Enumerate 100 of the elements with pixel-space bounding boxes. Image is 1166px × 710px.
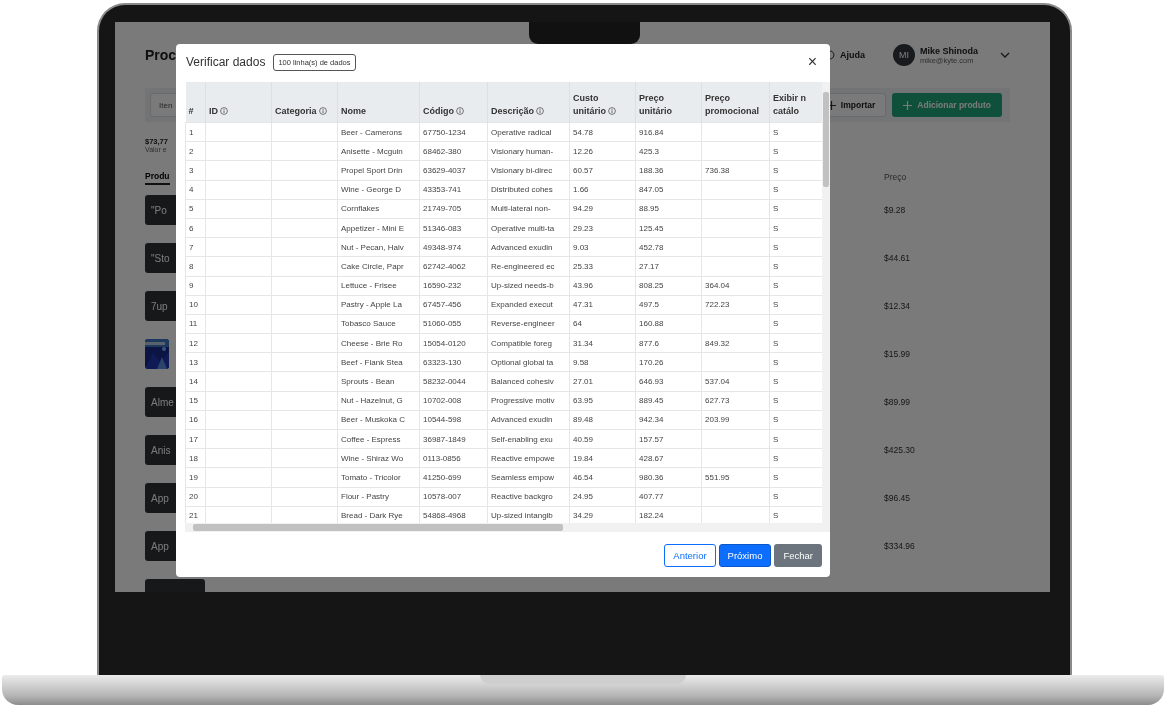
table-cell: Wine - Shiraz Wo (337, 448, 420, 468)
table-cell: Flour - Pastry (337, 487, 420, 507)
table-cell: 188.36 (635, 160, 702, 181)
table-cell: 722.23 (701, 295, 770, 315)
table-cell: 24.95 (569, 487, 636, 507)
row-number: 3 (185, 160, 206, 181)
table-cell: 43.96 (569, 276, 636, 296)
product-price: $12.34 (884, 301, 911, 311)
table-cell: 16590-232 (419, 276, 488, 296)
table-cell: 19.84 (569, 448, 636, 468)
table-cell: 88.95 (635, 199, 702, 219)
table-cell: 157.57 (635, 429, 702, 449)
table-cell: 64 (569, 314, 636, 334)
table-cell: 203.99 (701, 410, 770, 430)
product-price: $15.99 (884, 349, 911, 359)
table-cell: Seamless empow (487, 467, 570, 488)
table-cell: 21749-705 (419, 199, 488, 219)
table-cell: Anisette - Mcguin (337, 141, 420, 161)
column-header: Descrição (487, 82, 570, 123)
previous-button[interactable]: Anterior (664, 544, 716, 567)
products-tab[interactable]: Produ (145, 169, 170, 185)
table-cell: Advanced exudin (487, 410, 570, 430)
table-cell: Up-sized needs-b (487, 276, 570, 296)
vertical-scrollbar[interactable] (822, 82, 830, 523)
table-cell: Operative radical (487, 122, 570, 142)
table-cell: Visionary human- (487, 141, 570, 161)
column-header: Preço promocional (701, 82, 770, 123)
table-cell: 67750-1234 (419, 122, 488, 142)
table-cell: 67457-456 (419, 295, 488, 315)
product-price: $96.45 (884, 493, 911, 503)
table-cell: 125.45 (635, 218, 702, 238)
row-number: 10 (185, 295, 206, 315)
row-number: 19 (185, 467, 206, 488)
row-number: 12 (185, 333, 206, 353)
user-avatar[interactable]: MI (893, 44, 915, 66)
table-cell: Re-engineered ec (487, 256, 570, 276)
add-product-button[interactable]: Adicionar produto (892, 93, 1002, 117)
row-number: 1 (185, 122, 206, 142)
table-cell: Self-enabling exu (487, 429, 570, 449)
table-cell: 627.73 (701, 391, 770, 411)
row-number: 20 (185, 487, 206, 507)
user-name: Mike Shinoda (920, 45, 978, 56)
table-cell: 1.66 (569, 180, 636, 200)
table-cell: 9.58 (569, 352, 636, 372)
next-button[interactable]: Próximo (718, 544, 772, 567)
table-cell: 29.23 (569, 218, 636, 238)
close-button[interactable]: × (804, 53, 820, 71)
table-cell: 51060-055 (419, 314, 488, 334)
table-cell: Compatible foreg (487, 333, 570, 353)
product-price: $425.30 (884, 445, 916, 455)
row-number: 9 (185, 276, 206, 296)
column-header: Categoria (271, 82, 338, 123)
row-number: 16 (185, 410, 206, 430)
table-cell: Propel Sport Drin (337, 160, 420, 181)
table-cell: 537.04 (701, 371, 770, 392)
table-cell: Advanced exudin (487, 237, 570, 257)
dialog-title: Verificar dados (186, 55, 266, 69)
table-cell: 497.5 (635, 295, 702, 315)
table-cell: Beer - Muskoka C (337, 410, 420, 430)
table-cell: 452.78 (635, 237, 702, 257)
column-header: Preço unitário (635, 82, 702, 123)
table-cell: 27.17 (635, 256, 702, 276)
table-cell: 25.33 (569, 256, 636, 276)
table-cell: 47.31 (569, 295, 636, 315)
chevron-down-icon[interactable] (1000, 51, 1010, 59)
table-cell: 15054-0120 (419, 333, 488, 353)
table-cell: 916.84 (635, 122, 702, 142)
table-cell: 10544-598 (419, 410, 488, 430)
row-number: 11 (185, 314, 206, 334)
table-cell: 847.05 (635, 180, 702, 200)
table-cell: 31.34 (569, 333, 636, 353)
table-cell: Sprouts - Bean (337, 371, 420, 392)
table-cell: 63323-130 (419, 352, 488, 372)
table-cell: 877.6 (635, 333, 702, 353)
table-cell: Optional global ta (487, 352, 570, 372)
table-cell: 27.01 (569, 371, 636, 392)
column-header: # (185, 82, 206, 123)
table-cell: 0113-0856 (419, 448, 488, 468)
table-cell: Appetizer - Mini E (337, 218, 420, 238)
table-cell: Tobasco Sauce (337, 314, 420, 334)
table-cell: 364.04 (701, 276, 770, 296)
close-button[interactable]: Fechar (774, 544, 822, 567)
table-cell: 425.3 (635, 141, 702, 161)
horizontal-scrollbar[interactable] (185, 523, 830, 532)
table-cell: 60.57 (569, 160, 636, 181)
table-cell: 10702-008 (419, 391, 488, 411)
table-cell: 63629-4037 (419, 160, 488, 181)
row-number: 18 (185, 448, 206, 468)
table-cell: 94.29 (569, 199, 636, 219)
table-cell: Cheese - Brie Ro (337, 333, 420, 353)
table-cell: 889.45 (635, 391, 702, 411)
table-cell: 63.95 (569, 391, 636, 411)
table-cell: Tomato - Tricolor (337, 467, 420, 488)
table-cell: 736.38 (701, 160, 770, 181)
row-number: 5 (185, 199, 206, 219)
table-cell: Reactive empowe (487, 448, 570, 468)
table-cell: 646.93 (635, 371, 702, 392)
table-cell: 160.88 (635, 314, 702, 334)
table-cell: 43353-741 (419, 180, 488, 200)
table-cell: 62742-4062 (419, 256, 488, 276)
